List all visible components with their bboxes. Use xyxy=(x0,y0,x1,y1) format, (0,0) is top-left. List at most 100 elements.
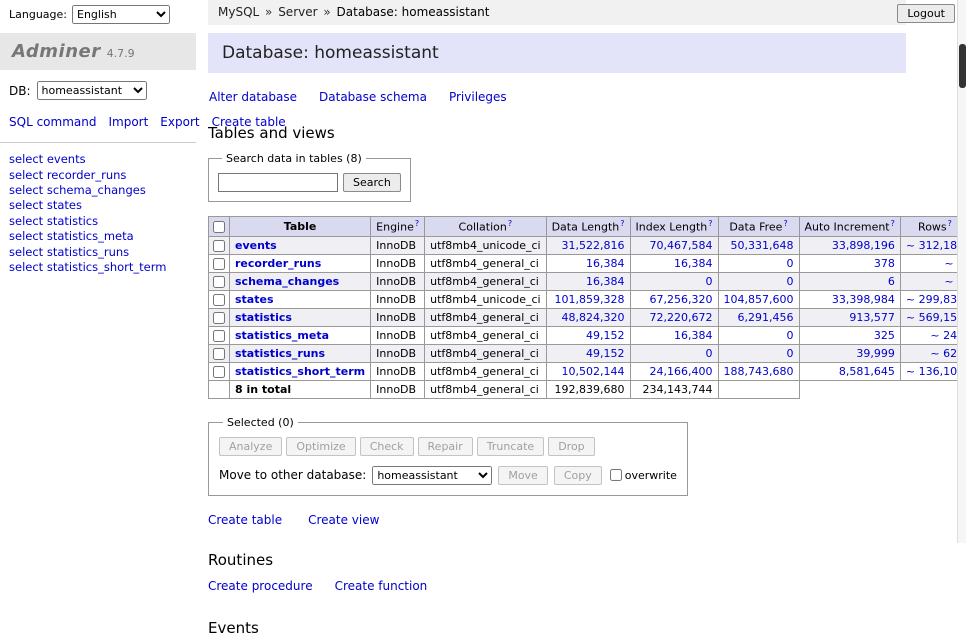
rows-count-link[interactable]: ~ 312,180 xyxy=(906,239,964,252)
index-length-link[interactable]: 24,166,400 xyxy=(650,365,713,378)
language-select[interactable]: English xyxy=(72,5,170,24)
data-free-link[interactable]: 0 xyxy=(787,329,794,342)
move-database-select[interactable]: homeassistant xyxy=(372,466,492,485)
auto-increment-link[interactable]: 325 xyxy=(874,329,895,342)
table-name-link[interactable]: states xyxy=(235,293,274,306)
bulk-check-button[interactable]: Check xyxy=(360,437,414,456)
search-input[interactable] xyxy=(218,173,338,192)
link-create-view[interactable]: Create view xyxy=(308,513,379,527)
data-length-link[interactable]: 49,152 xyxy=(586,329,625,342)
table-name-link[interactable]: schema_changes xyxy=(235,275,339,288)
auto-increment-link[interactable]: 39,999 xyxy=(856,347,895,360)
copy-button[interactable]: Copy xyxy=(554,466,602,485)
data-free-link[interactable]: 0 xyxy=(787,257,794,270)
vertical-scrollbar[interactable] xyxy=(957,0,966,543)
help-link[interactable]: ? xyxy=(415,219,419,228)
index-length-link[interactable]: 16,384 xyxy=(674,257,713,270)
help-link[interactable]: ? xyxy=(708,219,712,228)
table-name-link[interactable]: statistics_meta xyxy=(235,329,329,342)
db-select[interactable]: homeassistant xyxy=(37,81,147,100)
auto-increment-link[interactable]: 33,898,196 xyxy=(832,239,895,252)
bulk-drop-button[interactable]: Drop xyxy=(548,437,594,456)
data-length-link[interactable]: 16,384 xyxy=(586,275,625,288)
language-selector: Language: English xyxy=(9,5,170,24)
index-length-link[interactable]: 16,384 xyxy=(674,329,713,342)
row-checkbox[interactable] xyxy=(213,312,225,324)
rows-count-link[interactable]: ~ 136,108 xyxy=(906,365,964,378)
sidebar-select-statistics[interactable]: select statistics xyxy=(9,214,187,229)
help-link[interactable]: ? xyxy=(783,219,787,228)
bulk-optimize-button[interactable]: Optimize xyxy=(286,437,355,456)
row-checkbox[interactable] xyxy=(213,258,225,270)
sidebar-select-schema-changes[interactable]: select schema_changes xyxy=(9,183,187,198)
logout-button[interactable]: Logout xyxy=(897,4,955,23)
table-name-link[interactable]: recorder_runs xyxy=(235,257,321,270)
data-free-link[interactable]: 0 xyxy=(787,347,794,360)
action-link-alter-database[interactable]: Alter database xyxy=(209,90,297,104)
help-link[interactable]: ? xyxy=(948,219,952,228)
data-length-link[interactable]: 49,152 xyxy=(586,347,625,360)
action-link-privileges[interactable]: Privileges xyxy=(449,90,507,104)
help-link[interactable]: ? xyxy=(891,219,895,228)
row-checkbox[interactable] xyxy=(213,348,225,360)
auto-increment-link[interactable]: 8,581,645 xyxy=(839,365,895,378)
scrollbar-thumb[interactable] xyxy=(959,44,966,88)
data-length-link[interactable]: 10,502,144 xyxy=(562,365,625,378)
row-checkbox[interactable] xyxy=(213,294,225,306)
link-create-function[interactable]: Create function xyxy=(335,579,428,593)
data-free-link[interactable]: 0 xyxy=(787,275,794,288)
select-all-checkbox[interactable] xyxy=(213,221,225,233)
row-checkbox[interactable] xyxy=(213,330,225,342)
index-length-link[interactable]: 67,256,320 xyxy=(650,293,713,306)
data-length-link[interactable]: 101,859,328 xyxy=(555,293,625,306)
table-name-link[interactable]: statistics xyxy=(235,311,292,324)
data-free-link[interactable]: 104,857,600 xyxy=(724,293,794,306)
bulk-analyze-button[interactable]: Analyze xyxy=(219,437,282,456)
table-name-link[interactable]: events xyxy=(235,239,277,252)
help-link[interactable]: ? xyxy=(508,219,512,228)
auto-increment-link[interactable]: 913,577 xyxy=(849,311,895,324)
link-create-procedure[interactable]: Create procedure xyxy=(208,579,313,593)
index-length-link[interactable]: 0 xyxy=(706,347,713,360)
rows-count-link[interactable]: ~ 299,833 xyxy=(906,293,964,306)
overwrite-checkbox[interactable] xyxy=(610,469,622,481)
sidebar-link-import[interactable]: Import xyxy=(108,115,148,129)
sidebar-link-export[interactable]: Export xyxy=(160,115,199,129)
link-create-table[interactable]: Create table xyxy=(208,513,282,527)
sidebar-select-events[interactable]: select events xyxy=(9,152,187,167)
auto-increment-link[interactable]: 6 xyxy=(888,275,895,288)
search-button[interactable]: Search xyxy=(343,173,401,192)
sidebar-link-sql-command[interactable]: SQL command xyxy=(9,115,96,129)
help-link[interactable]: ? xyxy=(620,219,624,228)
move-button[interactable]: Move xyxy=(498,466,548,485)
index-length-link[interactable]: 70,467,584 xyxy=(650,239,713,252)
bulk-repair-button[interactable]: Repair xyxy=(418,437,473,456)
data-length-link[interactable]: 16,384 xyxy=(586,257,625,270)
table-name-link[interactable]: statistics_short_term xyxy=(235,365,365,378)
sidebar-select-recorder-runs[interactable]: select recorder_runs xyxy=(9,168,187,183)
data-free-link[interactable]: 6,291,456 xyxy=(738,311,794,324)
data-free-link[interactable]: 50,331,648 xyxy=(731,239,794,252)
auto-increment-link[interactable]: 33,398,984 xyxy=(832,293,895,306)
data-length-link[interactable]: 48,824,320 xyxy=(562,311,625,324)
main-content: Database: homeassistant Alter databaseDa… xyxy=(208,33,906,637)
sidebar-select-states[interactable]: select states xyxy=(9,198,187,213)
sidebar-select-statistics-runs[interactable]: select statistics_runs xyxy=(9,245,187,260)
data-length-link[interactable]: 31,522,816 xyxy=(562,239,625,252)
table-name-link[interactable]: statistics_runs xyxy=(235,347,325,360)
index-length-link[interactable]: 72,220,672 xyxy=(650,311,713,324)
row-checkbox[interactable] xyxy=(213,366,225,378)
auto-increment-link[interactable]: 378 xyxy=(874,257,895,270)
rows-count-link[interactable]: ~ 569,159 xyxy=(906,311,964,324)
data-free-link[interactable]: 188,743,680 xyxy=(724,365,794,378)
row-checkbox[interactable] xyxy=(213,240,225,252)
index-length-link[interactable]: 0 xyxy=(706,275,713,288)
sidebar-select-statistics-short-term[interactable]: select statistics_short_term xyxy=(9,260,187,275)
action-link-database-schema[interactable]: Database schema xyxy=(319,90,427,104)
breadcrumb-item-server[interactable]: Server xyxy=(278,5,317,19)
breadcrumb: MySQL » Server » Database: homeassistant xyxy=(208,0,906,25)
breadcrumb-item-mysql[interactable]: MySQL xyxy=(218,5,259,19)
sidebar-select-statistics-meta[interactable]: select statistics_meta xyxy=(9,229,187,244)
bulk-truncate-button[interactable]: Truncate xyxy=(477,437,544,456)
row-checkbox[interactable] xyxy=(213,276,225,288)
